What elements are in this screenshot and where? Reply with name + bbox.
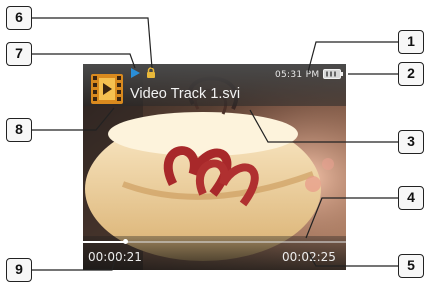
callout-7: 7 — [6, 42, 32, 66]
callout-9: 9 — [6, 258, 32, 282]
callout-5: 5 — [398, 254, 424, 278]
callout-leader-lines — [32, 17, 398, 271]
callout-6: 6 — [6, 6, 32, 30]
callout-8: 8 — [6, 118, 32, 142]
callout-1: 1 — [398, 30, 424, 54]
callout-4: 4 — [398, 186, 424, 210]
callout-2: 2 — [398, 62, 424, 86]
callout-3: 3 — [398, 130, 424, 154]
